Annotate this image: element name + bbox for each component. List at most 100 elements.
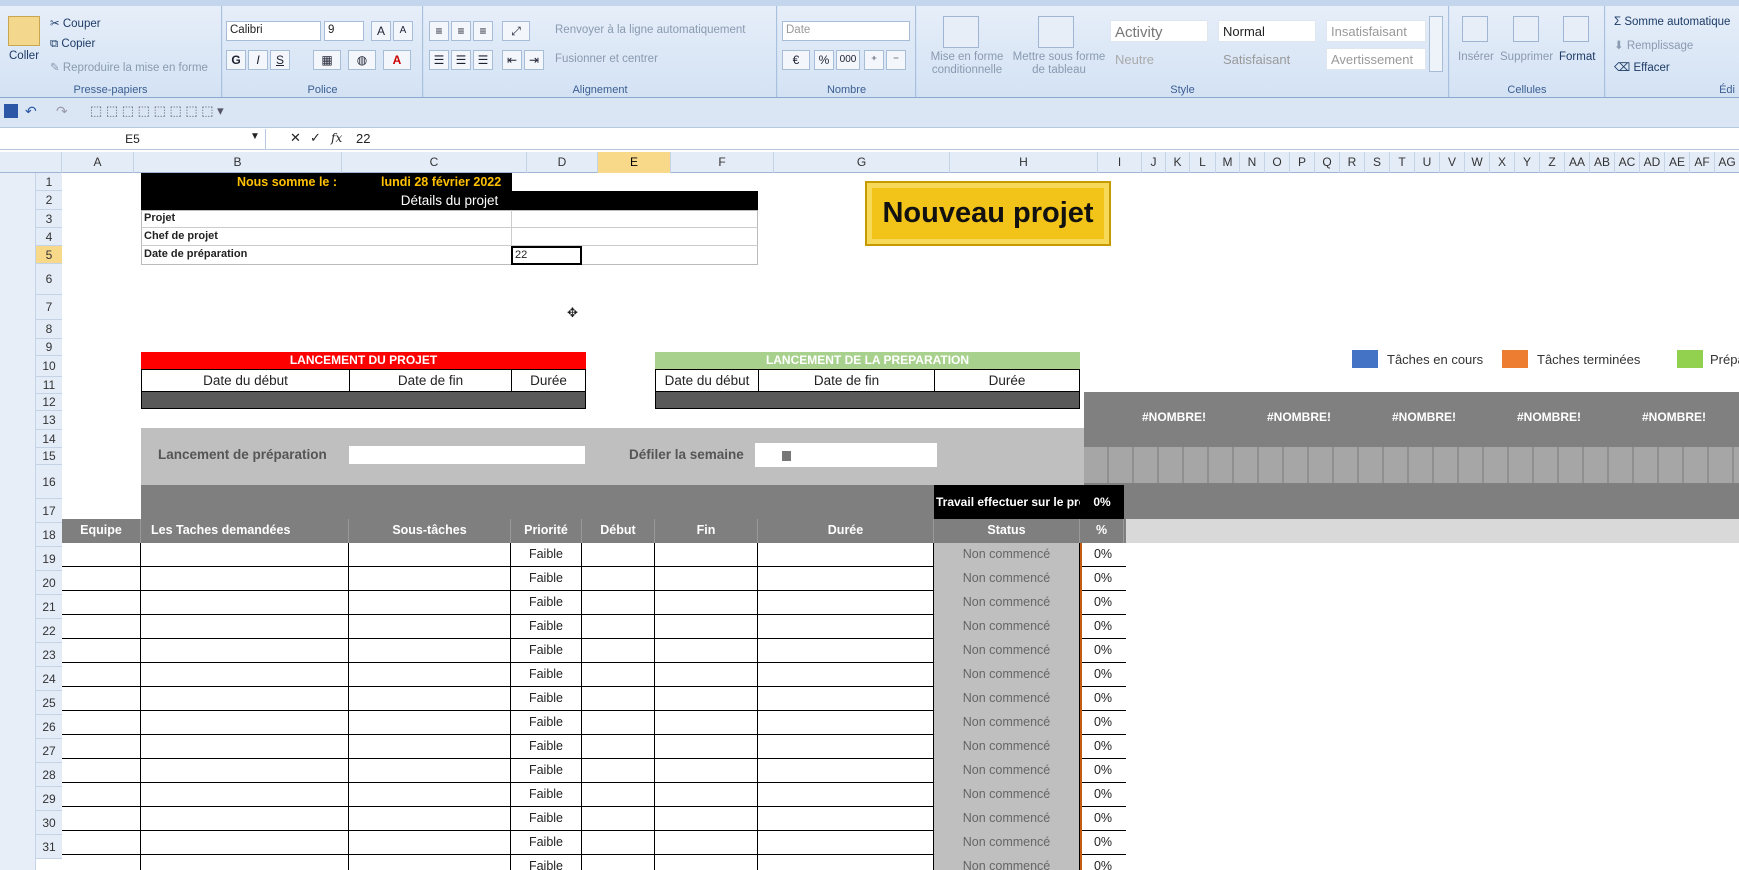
column-header-Z[interactable]: Z [1540,152,1565,173]
row-header-23[interactable]: 23 [36,643,62,667]
column-header-S[interactable]: S [1365,152,1390,173]
table-cell-2[interactable] [349,735,511,759]
table-cell-4[interactable] [582,855,655,870]
col-header-6[interactable]: Durée [758,519,934,543]
table-cell-1[interactable] [141,735,349,759]
table-cell-0[interactable] [62,687,141,711]
lp-values-row[interactable] [142,391,585,408]
col-header-5[interactable]: Fin [655,519,758,543]
row-header-30[interactable]: 30 [36,811,62,835]
table-cell-2[interactable] [349,639,511,663]
table-cell-0[interactable] [62,783,141,807]
row-header-2[interactable]: 2 [36,191,62,210]
font-name-select[interactable]: Calibri [226,21,321,41]
save-icon[interactable] [4,104,18,118]
table-cell-4[interactable] [582,711,655,735]
row-header-20[interactable]: 20 [36,571,62,595]
column-header-Q[interactable]: Q [1315,152,1340,173]
style-avertissement[interactable]: Avertissement [1326,48,1426,70]
format-painter-button[interactable]: ✎ Reproduire la mise en forme [50,60,208,74]
table-cell-4[interactable] [582,759,655,783]
undo-icon[interactable]: ↶ [25,103,37,120]
row-header-17[interactable]: 17 [36,499,62,523]
table-cell-6[interactable] [758,855,934,870]
table-cell-4[interactable] [582,687,655,711]
formula-input[interactable]: 22 [356,131,370,146]
row-header-16[interactable]: 16 [36,465,62,499]
table-cell-6[interactable] [758,735,934,759]
table-cell-8[interactable]: 0% [1080,591,1124,615]
table-cell-8[interactable]: 0% [1080,855,1124,870]
table-cell-5[interactable] [655,783,758,807]
column-header-AB[interactable]: AB [1590,152,1615,173]
table-cell-8[interactable]: 0% [1080,543,1124,567]
column-header-U[interactable]: U [1415,152,1440,173]
table-cell-6[interactable] [758,639,934,663]
table-cell-7[interactable]: Non commencé [934,663,1080,687]
table-cell-4[interactable] [582,663,655,687]
table-cell-3[interactable]: Faible [511,591,582,615]
table-cell-5[interactable] [655,663,758,687]
table-format-button[interactable]: Mettre sous forme de tableau [1009,51,1109,77]
table-cell-7[interactable]: Non commencé [934,567,1080,591]
column-header-AF[interactable]: AF [1690,152,1715,173]
table-cell-4[interactable] [582,639,655,663]
table-cell-0[interactable] [62,807,141,831]
format-button[interactable]: Format [1559,51,1595,63]
row-header-7[interactable]: 7 [36,295,62,320]
fill-button[interactable]: ⬇ Remplissage [1614,38,1693,52]
column-header-K[interactable]: K [1166,152,1190,173]
table-cell-1[interactable] [141,663,349,687]
column-header-AD[interactable]: AD [1640,152,1665,173]
column-header-AG[interactable]: AG [1715,152,1739,173]
table-cell-7[interactable]: Non commencé [934,591,1080,615]
align-right-icon[interactable]: ☰ [473,50,493,70]
enter-icon[interactable]: ✓ [310,130,321,146]
align-center-icon[interactable]: ☰ [451,50,471,70]
orientation-icon[interactable]: ⤢ [502,21,530,41]
table-cell-0[interactable] [62,759,141,783]
table-cell-5[interactable] [655,711,758,735]
column-header-P[interactable]: P [1290,152,1315,173]
table-cell-8[interactable]: 0% [1080,759,1124,783]
table-cell-5[interactable] [655,687,758,711]
column-header-L[interactable]: L [1190,152,1216,173]
row-header-10[interactable]: 10 [36,356,62,377]
column-header-I[interactable]: I [1098,152,1142,173]
table-cell-6[interactable] [758,543,934,567]
decrease-decimal-icon[interactable]: ⁻ [886,50,906,70]
table-cell-3[interactable]: Faible [511,567,582,591]
column-header-C[interactable]: C [342,152,527,173]
table-cell-8[interactable]: 0% [1080,783,1124,807]
table-cell-7[interactable]: Non commencé [934,831,1080,855]
col-header-3[interactable]: Priorité [511,519,582,543]
column-header-M[interactable]: M [1216,152,1240,173]
column-header-A[interactable]: A [62,152,134,173]
table-cell-5[interactable] [655,831,758,855]
row-header-28[interactable]: 28 [36,763,62,787]
align-top-icon[interactable]: ≡ [429,21,449,41]
table-cell-6[interactable] [758,783,934,807]
table-cell-1[interactable] [141,831,349,855]
column-header-W[interactable]: W [1465,152,1490,173]
row-header-21[interactable]: 21 [36,595,62,619]
percent-button[interactable]: % [814,50,834,70]
table-cell-2[interactable] [349,759,511,783]
table-cell-2[interactable] [349,855,511,870]
row-header-27[interactable]: 27 [36,739,62,763]
wrap-text-button[interactable]: Renvoyer à la ligne automatiquement [555,24,746,36]
align-left-icon[interactable]: ☰ [429,50,449,70]
table-cell-7[interactable]: Non commencé [934,855,1080,870]
table-cell-1[interactable] [141,687,349,711]
table-cell-6[interactable] [758,615,934,639]
row-header-12[interactable]: 12 [36,394,62,411]
table-cell-2[interactable] [349,567,511,591]
table-cell-4[interactable] [582,543,655,567]
table-cell-8[interactable]: 0% [1080,831,1124,855]
column-header-T[interactable]: T [1390,152,1415,173]
table-cell-7[interactable]: Non commencé [934,687,1080,711]
table-cell-2[interactable] [349,687,511,711]
table-cell-2[interactable] [349,591,511,615]
table-cell-3[interactable]: Faible [511,759,582,783]
conditional-format-button[interactable]: Mise en forme conditionnelle [927,51,1007,77]
